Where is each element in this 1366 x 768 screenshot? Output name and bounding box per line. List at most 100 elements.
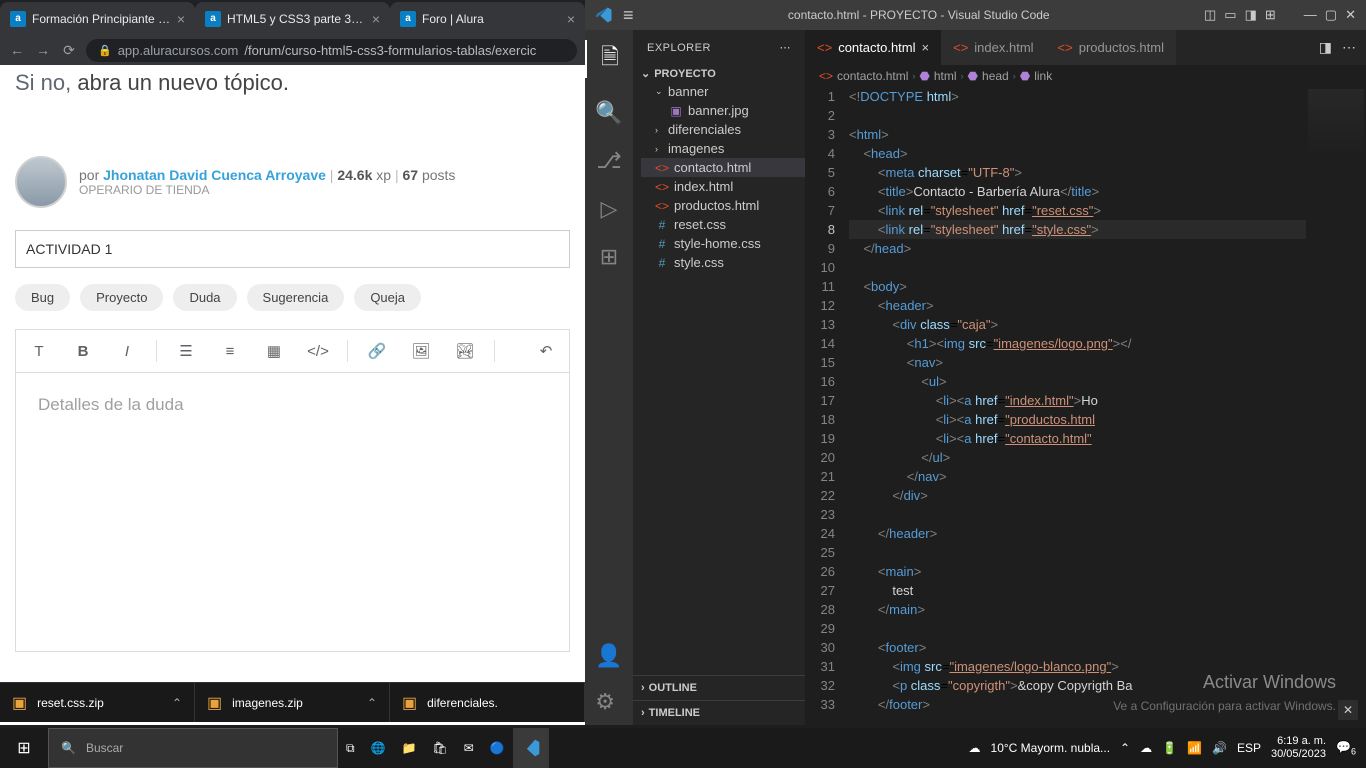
chrome-tab-2[interactable]: a Foro | Alura ×: [390, 2, 585, 35]
file-banner-jpg[interactable]: ▣ banner.jpg: [641, 101, 805, 120]
ed-image2-icon[interactable]: 🏞: [446, 336, 484, 366]
battery-icon[interactable]: 🔋: [1162, 741, 1177, 755]
xp-value: 24.6k: [337, 167, 372, 183]
notifications-icon[interactable]: 💬6: [1336, 740, 1356, 756]
files-icon[interactable]: 🗎: [585, 40, 633, 78]
layout-icon[interactable]: ◨: [1245, 7, 1257, 23]
more-icon[interactable]: ⋯: [1342, 39, 1356, 56]
tag-queja[interactable]: Queja: [354, 284, 421, 311]
tag-proyecto[interactable]: Proyecto: [80, 284, 163, 311]
code-content[interactable]: <!DOCTYPE html> <html> <head> <meta char…: [849, 87, 1306, 725]
download-item-2[interactable]: ▣ diferenciales.: [390, 683, 585, 722]
search-icon[interactable]: 🔍: [595, 100, 622, 126]
chevron-up-icon[interactable]: ⌃: [172, 696, 182, 710]
editor-tab-index[interactable]: <> index.html: [941, 30, 1045, 65]
time: 6:19 a. m.: [1271, 735, 1326, 748]
ed-list-icon[interactable]: ☰: [167, 336, 205, 366]
wifi-icon[interactable]: 📶: [1187, 741, 1202, 755]
taskbar-search[interactable]: 🔍 Buscar: [48, 728, 338, 768]
outline-section[interactable]: › OUTLINE: [633, 675, 805, 700]
chevron-up-icon[interactable]: ⌃: [367, 696, 377, 710]
layout-icon[interactable]: ⊞: [1265, 7, 1276, 23]
ed-italic-icon[interactable]: I: [108, 336, 146, 366]
gear-icon[interactable]: ⚙: [595, 689, 622, 715]
folder-banner[interactable]: ⌄ banner: [641, 82, 805, 101]
code-area[interactable]: 1234567891011121314151617181920212223242…: [805, 87, 1366, 725]
author-name[interactable]: Jhonatan David Cuenca Arroyave: [103, 167, 326, 183]
vscode-taskbar-icon[interactable]: [513, 728, 549, 768]
editor-tab-contacto[interactable]: <> contacto.html ×: [805, 30, 941, 65]
folder-imagenes[interactable]: › imagenes: [641, 139, 805, 158]
file-productos[interactable]: <> productos.html: [641, 196, 805, 215]
weather-text[interactable]: 10°C Mayorm. nubla...: [991, 741, 1111, 755]
onedrive-icon[interactable]: ☁: [1140, 741, 1152, 755]
chevron-down-icon: ⌄: [655, 86, 663, 97]
subject-input[interactable]: [15, 230, 570, 268]
download-item-1[interactable]: ▣ imagenes.zip ⌃: [195, 683, 390, 722]
clock[interactable]: 6:19 a. m. 30/05/2023: [1271, 735, 1326, 761]
breadcrumb[interactable]: <> contacto.html › ⬣ html › ⬣ head › ⬣ l…: [805, 65, 1366, 87]
search-icon: 🔍: [61, 741, 76, 755]
maximize-icon[interactable]: ▢: [1325, 7, 1337, 23]
ed-olist-icon[interactable]: ≡: [211, 336, 249, 366]
chrome-tab-1[interactable]: a HTML5 y CSS3 parte 3: Trabajan ×: [195, 2, 390, 35]
editor-tab-productos[interactable]: <> productos.html: [1046, 30, 1176, 65]
split-icon[interactable]: ◨: [1319, 39, 1332, 56]
file-contacto[interactable]: <> contacto.html: [641, 158, 805, 177]
explorer-icon[interactable]: 📁: [394, 728, 425, 768]
store-icon[interactable]: 🛍: [424, 728, 455, 768]
folder-diferenciales[interactable]: › diferenciales: [641, 120, 805, 139]
task-view-icon[interactable]: ⧉: [338, 728, 363, 768]
tray-chevron-icon[interactable]: ⌃: [1120, 741, 1130, 755]
nav-forward-icon[interactable]: →: [34, 42, 52, 58]
tab-close-icon[interactable]: ×: [567, 11, 575, 27]
timeline-section[interactable]: › TIMELINE: [633, 700, 805, 725]
edge-icon[interactable]: 🌐: [363, 728, 394, 768]
chrome-icon[interactable]: 🔵: [482, 728, 513, 768]
close-icon[interactable]: ✕: [1345, 7, 1356, 23]
language-indicator[interactable]: ESP: [1237, 741, 1261, 755]
nav-back-icon[interactable]: ←: [8, 42, 26, 58]
vscode-titlebar[interactable]: ≡ contacto.html - PROYECTO - Visual Stud…: [585, 0, 1366, 30]
debug-icon[interactable]: ▷: [601, 196, 618, 222]
download-item-0[interactable]: ▣ reset.css.zip ⌃: [0, 683, 195, 722]
file-reset[interactable]: # reset.css: [641, 215, 805, 234]
layout-icon[interactable]: ◫: [1204, 7, 1216, 23]
minimap-thumb[interactable]: [1308, 89, 1364, 159]
git-icon[interactable]: ⎇: [596, 148, 621, 174]
layout-icon[interactable]: ▭: [1224, 7, 1236, 23]
ed-font-icon[interactable]: T: [20, 336, 58, 366]
notification-close-icon[interactable]: ✕: [1338, 700, 1358, 720]
close-icon[interactable]: ×: [922, 40, 930, 55]
ed-table-icon[interactable]: ▦: [255, 336, 293, 366]
file-style[interactable]: # style.css: [641, 253, 805, 272]
ed-undo-icon[interactable]: ↶: [527, 336, 565, 366]
more-icon[interactable]: ⋯: [780, 41, 792, 54]
project-section[interactable]: ⌄ PROYECTO: [633, 65, 805, 82]
weather-icon[interactable]: ☁: [969, 741, 981, 755]
url-bar[interactable]: 🔒 app.aluracursos.com/forum/curso-html5-…: [86, 39, 577, 62]
tag-duda[interactable]: Duda: [173, 284, 236, 311]
tag-bug[interactable]: Bug: [15, 284, 70, 311]
file-index[interactable]: <> index.html: [641, 177, 805, 196]
file-style-home[interactable]: # style-home.css: [641, 234, 805, 253]
editor-body[interactable]: Detalles de la duda: [15, 372, 570, 652]
extensions-icon[interactable]: ⊞: [600, 244, 618, 270]
avatar[interactable]: [15, 156, 67, 208]
chrome-tab-0[interactable]: a Formación Principiante en Progr ×: [0, 2, 195, 35]
account-icon[interactable]: 👤: [595, 643, 622, 669]
minimap[interactable]: [1306, 87, 1366, 725]
nav-reload-icon[interactable]: ⟳: [60, 42, 78, 59]
start-button[interactable]: ⊞: [0, 738, 48, 758]
menu-icon[interactable]: ≡: [623, 5, 634, 26]
ed-image-icon[interactable]: 🖼: [402, 336, 440, 366]
volume-icon[interactable]: 🔊: [1212, 741, 1227, 755]
minimize-icon[interactable]: —: [1304, 7, 1317, 23]
ed-link-icon[interactable]: 🔗: [358, 336, 396, 366]
ed-bold-icon[interactable]: B: [64, 336, 102, 366]
ed-code-icon[interactable]: </>: [299, 336, 337, 366]
tab-close-icon[interactable]: ×: [372, 11, 380, 27]
tag-sugerencia[interactable]: Sugerencia: [247, 284, 345, 311]
mail-icon[interactable]: ✉: [456, 728, 482, 768]
tab-close-icon[interactable]: ×: [177, 11, 185, 27]
